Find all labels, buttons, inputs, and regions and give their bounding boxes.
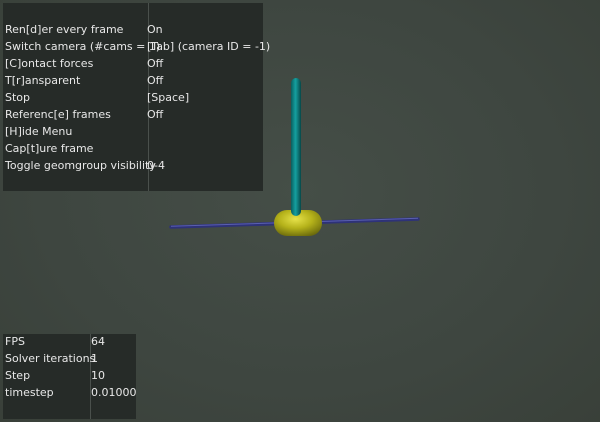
menu-item-stop[interactable]: Stop [Space]: [3, 89, 263, 106]
info-overlay: FPS 64 Solver iterations 1 Step 10 times…: [3, 333, 137, 419]
info-item-label: FPS: [5, 335, 25, 348]
menu-item-reference-frames[interactable]: Referenc[e] frames Off: [3, 106, 263, 123]
menu-item-label: Toggle geomgroup visibility: [5, 159, 156, 172]
menu-item-transparent[interactable]: T[r]ansparent Off: [3, 72, 263, 89]
info-item-label: Step: [5, 369, 31, 382]
info-item-solver-iterations: Solver iterations 1: [3, 350, 136, 367]
menu-item-geomgroup-visibility[interactable]: Toggle geomgroup visibility 0-4: [3, 157, 263, 174]
info-item-step: Step 10: [3, 367, 136, 384]
menu-item-label: Stop: [5, 91, 31, 104]
menu-item-label: Referenc[e] frames: [5, 108, 111, 121]
menu-overlay: Ren[d]er every frame On Switch camera (#…: [3, 3, 270, 191]
menu-item-value: 0-4: [147, 159, 165, 172]
menu-item-capture-frame[interactable]: Cap[t]ure frame: [3, 140, 263, 157]
menu-item-contact-forces[interactable]: [C]ontact forces Off: [3, 55, 263, 72]
info-item-fps: FPS 64: [3, 333, 136, 350]
menu-item-value: Off: [147, 108, 164, 121]
menu-item-label: [C]ontact forces: [5, 57, 94, 70]
menu-item-label: Switch camera (#cams = 1): [5, 40, 161, 53]
info-item-timestep: timestep 0.01000: [3, 384, 137, 401]
menu-item-switch-camera[interactable]: Switch camera (#cams = 1) [Tab] (camera …: [3, 38, 270, 55]
menu-item-value: [Tab] (camera ID = -1): [147, 40, 271, 53]
info-item-value: 1: [91, 352, 98, 365]
menu-item-hide-menu[interactable]: [H]ide Menu: [3, 123, 263, 140]
menu-item-value: [Space]: [147, 91, 190, 104]
menu-item-label: T[r]ansparent: [5, 74, 81, 87]
menu-item-label: [H]ide Menu: [5, 125, 73, 138]
info-item-label: timestep: [5, 386, 54, 399]
menu-item-label: Cap[t]ure frame: [5, 142, 94, 155]
menu-item-value: Off: [147, 74, 164, 87]
info-item-value: 0.01000: [91, 386, 137, 399]
info-item-label: Solver iterations: [5, 352, 96, 365]
info-item-value: 64: [91, 335, 105, 348]
menu-item-label: Ren[d]er every frame: [5, 23, 124, 36]
menu-item-value: Off: [147, 57, 164, 70]
info-item-value: 10: [91, 369, 105, 382]
menu-item-value: On: [147, 23, 163, 36]
pole: [291, 78, 301, 216]
menu-item-render-every-frame[interactable]: Ren[d]er every frame On: [3, 21, 263, 38]
